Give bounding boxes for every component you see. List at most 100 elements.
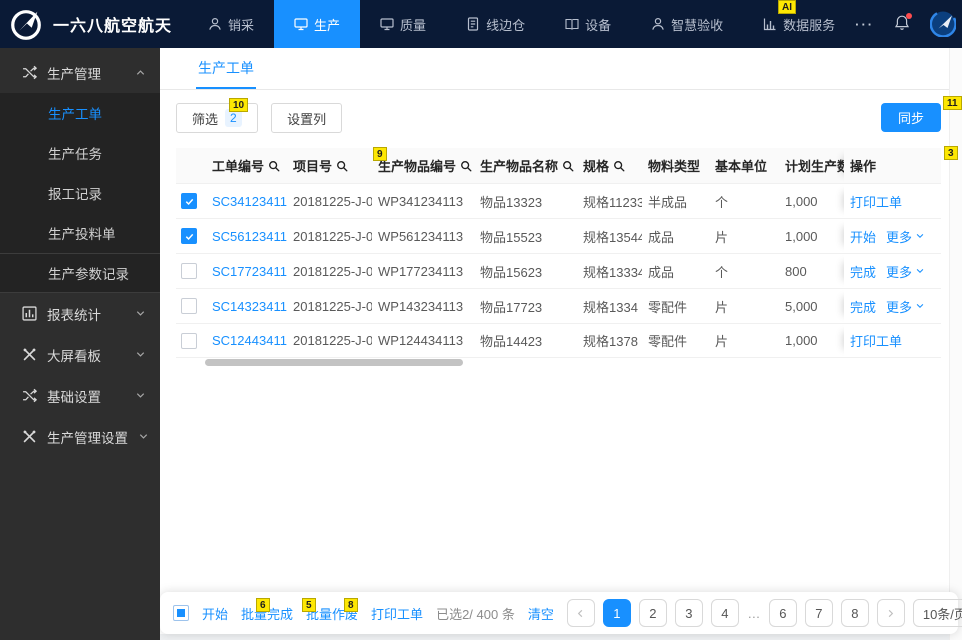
row-checkbox[interactable]	[181, 298, 197, 314]
page-size-select[interactable]: 10条/页	[913, 599, 962, 627]
footer-action-start[interactable]: 开始	[202, 604, 228, 623]
pagination: 1234…67810条/页跳至页	[567, 599, 962, 627]
work-order-link[interactable]: SC177234113	[212, 264, 287, 279]
page-button-7[interactable]: 7	[805, 599, 833, 627]
sync-button[interactable]: 同步	[881, 103, 941, 132]
sidebar-item-production-parameter-record[interactable]: 生产参数记录	[0, 253, 160, 293]
sidebar-item-label: 生产管理设置	[47, 427, 128, 447]
column-label: 计划生产数	[785, 156, 844, 175]
nav-item-data-service[interactable]: 数据服务	[743, 0, 855, 48]
page-button-6[interactable]: 6	[769, 599, 797, 627]
primary-nav: 销采 生产 质量线边仓设备智慧验收数据服务	[188, 0, 855, 48]
row-action-button[interactable]: 完成	[850, 262, 876, 281]
table-row: SC17723411320181225-J-03WP177234113物品156…	[176, 253, 941, 288]
sidebar-item-production-management[interactable]: 生产管理	[0, 52, 160, 93]
work-order-link[interactable]: SC561234113	[212, 229, 287, 244]
sidebar-item-production-work-order[interactable]: 生产工单	[0, 93, 160, 133]
chevron-down-icon	[915, 231, 925, 241]
annotation-badge-9: 9	[373, 147, 387, 161]
row-action-more[interactable]: 更多	[886, 227, 925, 246]
work-order-link[interactable]: SC124434113	[212, 333, 287, 348]
sidebar-item-work-report-record[interactable]: 报工记录	[0, 173, 160, 213]
table-row: SC34123411320181225-J-01WP341234113物品133…	[176, 183, 941, 218]
horizontal-scrollbar-thumb[interactable]	[205, 359, 463, 366]
column-label: 操作	[850, 156, 876, 175]
sidebar-item-production-feeding-order[interactable]: 生产投料单	[0, 213, 160, 253]
cell-actions: 开始更多	[844, 219, 941, 253]
cell-spec: 规格133344	[577, 254, 642, 288]
cell-material-type: 零配件	[642, 289, 709, 323]
next-page-button[interactable]	[877, 599, 905, 627]
column-header-project_no: 项目号	[287, 148, 372, 183]
cell-item-no: WP561234113	[372, 219, 474, 253]
row-checkbox[interactable]	[181, 263, 197, 279]
cell-order-no: SC124434113	[206, 324, 287, 357]
nav-item-label: 生产	[314, 15, 340, 34]
sidebar-subitem-label: 生产任务	[48, 143, 102, 163]
row-checkbox[interactable]	[181, 228, 197, 244]
page-button-8[interactable]: 8	[841, 599, 869, 627]
sidebar-item-label: 大屏看板	[47, 345, 101, 365]
page-button-4[interactable]: 4	[711, 599, 739, 627]
sidebar-item-dashboard-board[interactable]: 大屏看板	[0, 334, 160, 375]
chevron-down-icon	[135, 390, 146, 401]
row-action-button[interactable]: 打印工单	[850, 192, 902, 211]
cell-item-name: 物品13323	[474, 184, 577, 218]
page-button-2[interactable]: 2	[639, 599, 667, 627]
main-content: 生产工单 筛选 2 设置列 同步 工单编号项目号生产物品编号生产物品名称规格物料…	[160, 48, 962, 640]
user-menu[interactable]: 吴东阳	[930, 0, 962, 53]
column-header-unit: 基本单位	[709, 148, 779, 183]
row-action-more[interactable]: 更多	[886, 297, 925, 316]
action-label: 更多	[886, 262, 912, 281]
sidebar-item-report-statistics[interactable]: 报表统计	[0, 293, 160, 334]
row-action-more[interactable]: 更多	[886, 262, 925, 281]
cell-unit: 个	[709, 184, 779, 218]
row-action-button[interactable]: 开始	[850, 227, 876, 246]
notification-bell-button[interactable]	[893, 14, 911, 35]
avatar	[930, 11, 956, 37]
row-action-button[interactable]: 完成	[850, 297, 876, 316]
nav-item-equipment[interactable]: 设备	[545, 0, 631, 48]
set-columns-button[interactable]: 设置列	[271, 103, 342, 133]
nav-item-smart-acceptance[interactable]: 智慧验收	[631, 0, 743, 48]
prev-page-button[interactable]	[567, 599, 595, 627]
column-label: 生产物品编号	[378, 156, 456, 175]
work-order-table: 工单编号项目号生产物品编号生产物品名称规格物料类型基本单位计划生产数操作 SC3…	[176, 148, 941, 367]
vertical-scrollbar[interactable]	[949, 48, 962, 640]
column-label: 生产物品名称	[480, 156, 558, 175]
cell-unit: 片	[709, 289, 779, 323]
table-row: SC12443411320181225-J-05WP124434113物品144…	[176, 323, 941, 358]
row-action-button[interactable]: 打印工单	[850, 331, 902, 350]
action-label: 完成	[850, 297, 876, 316]
sidebar-item-production-management-settings[interactable]: 生产管理设置	[0, 416, 160, 457]
monitor-icon	[294, 17, 308, 31]
page-button-1[interactable]: 1	[603, 599, 631, 627]
tab-production-work-order[interactable]: 生产工单	[196, 48, 256, 89]
nav-item-sales-purchase[interactable]: 销采	[188, 0, 274, 48]
sidebar-item-production-task[interactable]: 生产任务	[0, 133, 160, 173]
cell-spec: 规格1378	[577, 324, 642, 357]
footer-action-bar: 开始批量完成批量作废打印工单 已选2/ 400 条 清空 1234…67810条…	[160, 592, 958, 634]
cell-item-name: 物品17723	[474, 289, 577, 323]
sidebar-item-basic-settings[interactable]: 基础设置	[0, 375, 160, 416]
sidebar-subitem-label: 报工记录	[48, 183, 102, 203]
column-label: 项目号	[293, 156, 332, 175]
work-order-link[interactable]: SC341234113	[212, 194, 287, 209]
nav-item-line-warehouse[interactable]: 线边仓	[446, 0, 545, 48]
clear-selection-button[interactable]: 清空	[528, 604, 554, 623]
chevron-down-icon	[135, 308, 146, 319]
footer-action-print-work-order[interactable]: 打印工单	[371, 604, 423, 623]
page-size-label: 10条/页	[923, 604, 962, 623]
chart-icon	[763, 17, 777, 31]
nav-item-quality[interactable]: 质量	[360, 0, 446, 48]
work-order-link[interactable]: SC143234113	[212, 299, 287, 314]
cell-spec: 规格13544	[577, 219, 642, 253]
row-checkbox[interactable]	[181, 193, 197, 209]
notification-dot	[906, 13, 912, 19]
page-button-3[interactable]: 3	[675, 599, 703, 627]
select-all-checkbox[interactable]	[173, 605, 189, 621]
nav-item-production[interactable]: 生产	[274, 0, 360, 48]
row-checkbox[interactable]	[181, 333, 197, 349]
annotation-badge-3: 3	[944, 146, 958, 160]
nav-more-button[interactable]: ···	[855, 17, 874, 32]
